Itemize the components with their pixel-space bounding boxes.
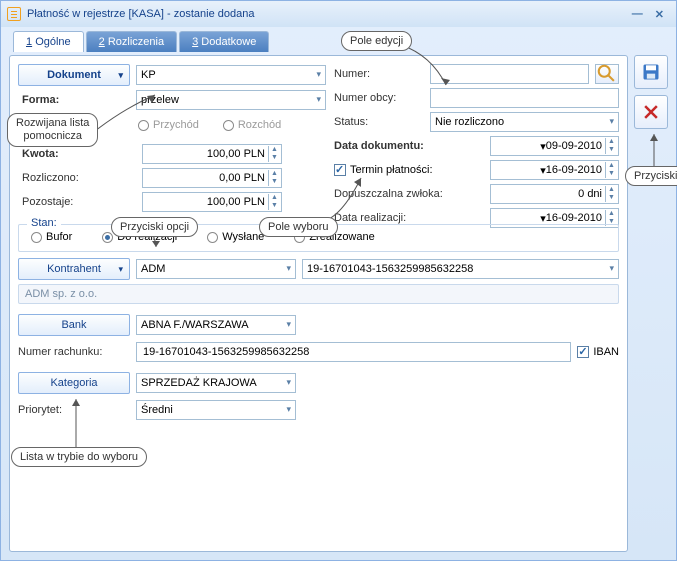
spin-down-icon[interactable]: ▼: [605, 146, 617, 154]
tab-rozliczenia[interactable]: 2 Rozliczenia: [86, 31, 177, 52]
spin-up-icon[interactable]: ▲: [605, 210, 617, 218]
datareal-label: Data realizacji:: [334, 212, 484, 224]
kontrahent-button[interactable]: Kontrahent▾: [18, 258, 130, 280]
spin-up-icon[interactable]: ▲: [605, 186, 617, 194]
app-window: Płatność w rejestrze [KASA] - zostanie d…: [0, 0, 677, 561]
zwloka-label: Dopuszczalna zwłoka:: [334, 188, 484, 200]
numer-input[interactable]: [430, 64, 589, 84]
kontrahent-combo[interactable]: ADM▾: [136, 259, 296, 279]
close-icon: [641, 102, 661, 122]
callout-pole-wyboru: Pole wyboru: [259, 217, 338, 237]
dokument-button[interactable]: Dokument▾: [18, 64, 130, 86]
kwota-label: Kwota:: [18, 148, 136, 160]
spin-up-icon[interactable]: ▲: [268, 146, 280, 154]
chevron-down-icon: ▾: [286, 263, 291, 274]
callout-lista-tryb: Lista w trybie do wyboru: [11, 447, 147, 467]
chevron-down-icon: ▾: [286, 404, 291, 415]
chevron-down-icon: ▾: [286, 377, 291, 388]
przychod-radio: Przychód: [138, 119, 199, 131]
chevron-down-icon: ▾: [316, 94, 321, 105]
callout-poleedycji: Pole edycji: [341, 31, 412, 51]
spin-down-icon[interactable]: ▼: [605, 170, 617, 178]
spin-up-icon[interactable]: ▲: [605, 138, 617, 146]
lookup-button[interactable]: [595, 64, 619, 84]
tab-ogolne[interactable]: 1 Ogólne: [13, 31, 84, 52]
forma-label: Forma:: [18, 94, 130, 106]
wyslane-radio[interactable]: Wysłane: [207, 231, 264, 243]
termin-checkbox[interactable]: Termin płatności:: [334, 164, 484, 176]
bank-button[interactable]: Bank: [18, 314, 130, 336]
callout-przyciski: Przyciski: [625, 166, 677, 186]
status-combo[interactable]: Nie rozliczono▾: [430, 112, 619, 132]
titlebar: Płatność w rejestrze [KASA] - zostanie d…: [1, 1, 676, 27]
zwloka-input[interactable]: 0 dni▲▼: [490, 184, 619, 204]
chevron-down-icon: ▾: [316, 69, 321, 80]
bank-combo[interactable]: ABNA F./WARSZAWA▾: [136, 315, 296, 335]
chevron-down-icon: ▾: [118, 70, 123, 81]
spin-up-icon[interactable]: ▲: [268, 170, 280, 178]
right-column: Numer: Numer obcy: Status: Nie rozliczon…: [334, 64, 619, 232]
kontrahent-name-readonly: ADM sp. z o.o.: [18, 284, 619, 304]
status-label: Status:: [334, 116, 424, 128]
spin-down-icon[interactable]: ▼: [268, 154, 280, 162]
content-panel: Dokument▾ KP▾ Forma: przelew▾ Przychód R…: [9, 55, 628, 552]
numer-label: Numer:: [334, 68, 424, 80]
stan-legend: Stan:: [27, 217, 61, 229]
spin-down-icon[interactable]: ▼: [605, 194, 617, 202]
callout-przyciski-opcji: Przyciski opcji: [111, 217, 198, 237]
chevron-down-icon: ▾: [118, 264, 123, 275]
numerobcy-label: Numer obcy:: [334, 92, 424, 104]
datadok-input[interactable]: ▾09-09-2010▲▼: [490, 136, 619, 156]
chevron-down-icon: ▾: [609, 263, 614, 274]
kategoria-combo[interactable]: SPRZEDAŻ KRAJOWA▾: [136, 373, 296, 393]
iban-checkbox[interactable]: IBAN: [577, 346, 619, 358]
rozliczono-input[interactable]: 0,00 PLN▲▼: [142, 168, 282, 188]
save-button[interactable]: [634, 55, 668, 89]
rachunek-input[interactable]: [136, 342, 571, 362]
rozliczono-label: Rozliczono:: [18, 172, 136, 184]
chevron-down-icon: ▾: [609, 116, 614, 127]
spin-down-icon[interactable]: ▼: [268, 202, 280, 210]
termin-input[interactable]: ▾16-09-2010▲▼: [490, 160, 619, 180]
save-icon: [641, 62, 661, 82]
datadok-label: Data dokumentu:: [334, 140, 484, 152]
app-icon: [7, 7, 21, 21]
sidebar-buttons: [632, 55, 670, 129]
close-button[interactable]: ✕: [649, 8, 670, 21]
rachunek-label: Numer rachunku:: [18, 346, 130, 358]
pozostaje-input[interactable]: 100,00 PLN▲▼: [142, 192, 282, 212]
kontrahent-account-combo[interactable]: 19-16701043-1563259985632258▾: [302, 259, 619, 279]
cancel-button[interactable]: [634, 95, 668, 129]
window-title: Płatność w rejestrze [KASA] - zostanie d…: [27, 8, 626, 20]
rozchod-radio: Rozchód: [223, 119, 281, 131]
tab-dodatkowe[interactable]: 3 Dodatkowe: [179, 31, 269, 52]
kwota-input[interactable]: 100,00 PLN▲▼: [142, 144, 282, 164]
callout-rozwijana: Rozwijana listapomocnicza: [7, 113, 98, 147]
spin-up-icon[interactable]: ▲: [605, 162, 617, 170]
bufor-radio[interactable]: Bufor: [31, 231, 72, 243]
kategoria-button[interactable]: Kategoria: [18, 372, 130, 394]
priorytet-combo[interactable]: Średni▾: [136, 400, 296, 420]
numerobcy-input[interactable]: [430, 88, 619, 108]
dokument-combo[interactable]: KP▾: [136, 65, 326, 85]
chevron-down-icon: ▾: [286, 319, 291, 330]
priorytet-label: Priorytet:: [18, 404, 130, 416]
spin-up-icon[interactable]: ▲: [268, 194, 280, 202]
pozostaje-label: Pozostaje:: [18, 196, 136, 208]
forma-combo[interactable]: przelew▾: [136, 90, 326, 110]
spin-down-icon[interactable]: ▼: [268, 178, 280, 186]
minimize-button[interactable]: —: [626, 8, 649, 20]
